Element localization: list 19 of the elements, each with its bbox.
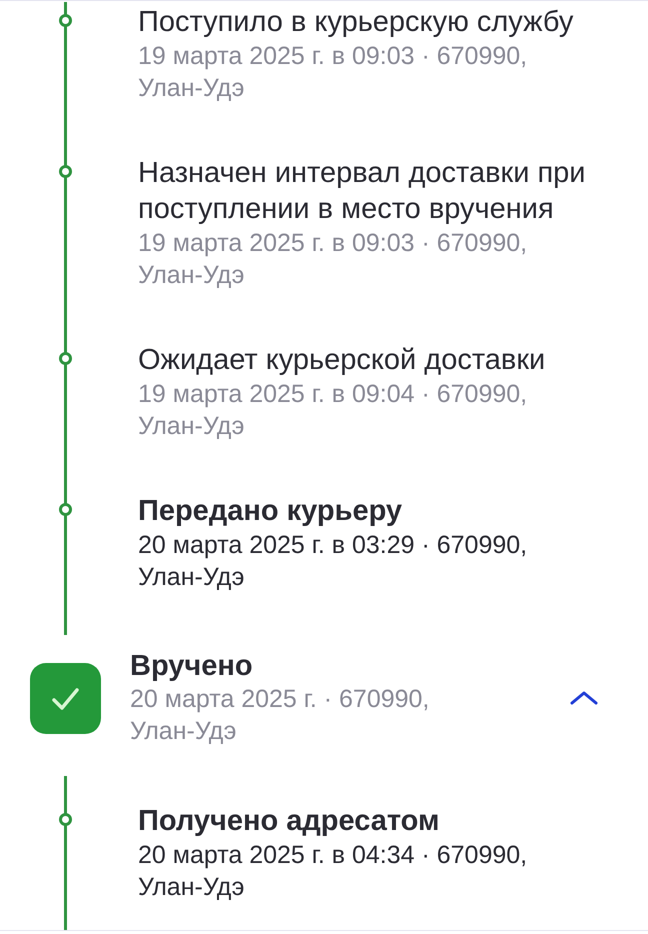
event-details: 19 марта 2025 г. в 09:04 · 670990, Улан-Удэ [138, 379, 528, 442]
event-details: 20 марта 2025 г. в 04:34 · 670990, Улан-Удэ [138, 840, 528, 903]
status-title: Вручено [130, 649, 254, 683]
status-details: 20 марта 2025 г. · 670990, Улан-Удэ [130, 684, 430, 747]
timeline-dot-icon [59, 165, 72, 178]
event-title: Передано курьеру [138, 494, 404, 529]
timeline-dot-icon [59, 352, 72, 365]
event-details: 20 марта 2025 г. в 03:29 · 670990, Улан-Удэ [138, 530, 528, 593]
timeline-dot-icon [59, 503, 72, 516]
event-title: Назначен интервал доставки при поступлении в место вручения [138, 156, 586, 227]
timeline-dot-icon [59, 813, 72, 826]
caret-icon[interactable] [570, 690, 598, 706]
event-title: Поступило в курьерскую службу [138, 5, 574, 40]
event-title: Получено адресатом [138, 804, 440, 839]
check-icon [30, 662, 101, 734]
event-title: Ожидает курьерской доставки [138, 343, 546, 378]
event-details: 19 марта 2025 г. в 09:03 · 670990, Улан-Удэ [138, 228, 528, 291]
timeline-dot-icon [59, 14, 72, 27]
event-details: 19 марта 2025 г. в 09:03 · 670990, Улан-Удэ [138, 41, 528, 104]
